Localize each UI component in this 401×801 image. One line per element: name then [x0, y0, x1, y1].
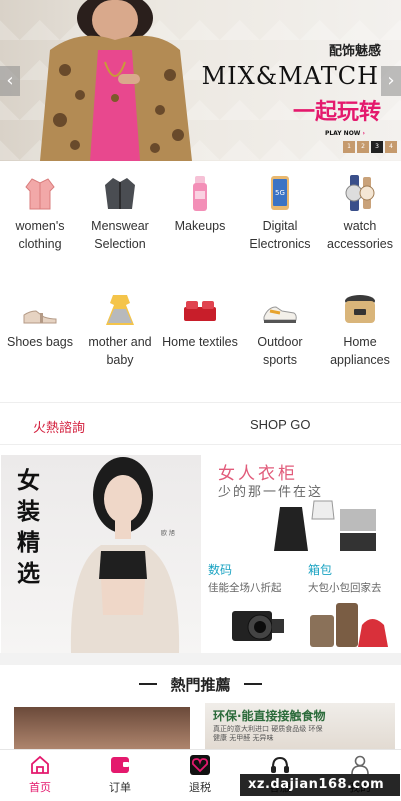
bottle-icon [193, 176, 207, 211]
category-watch[interactable]: watch accessories [320, 173, 400, 253]
category-home-textiles[interactable]: Home textiles [160, 289, 240, 351]
svg-text:欧 旭: 欧 旭 [161, 529, 175, 537]
sneaker-icon [263, 306, 297, 323]
banner-pagination: 1 2 3 4 [343, 141, 397, 153]
banner-model-image [40, 0, 192, 161]
category-outdoor-sports[interactable]: Outdoor sports [240, 289, 320, 369]
rice-cooker-icon [345, 295, 375, 323]
hot-recommend-header: 熱門推薦 [0, 665, 401, 703]
phone-icon: 5G [271, 176, 289, 210]
section-separator [0, 653, 401, 665]
svg-text:5G: 5G [275, 189, 285, 197]
bags-title[interactable]: 箱包 [308, 561, 332, 578]
hot-item-eco-card[interactable]: 环保·能直接接触食物 真正的意大利进口 硬质食品级 环保健康 无甲醛 无异味 [205, 703, 395, 753]
bags-subtitle: 大包小包回家去 [308, 582, 382, 594]
hot-recommend-title: 熱門推薦 [170, 676, 231, 694]
category-label: Outdoor sports [257, 335, 303, 367]
category-label: Makeups [174, 219, 226, 233]
slide-dot-3[interactable]: 3 [371, 141, 383, 153]
news-tab-bar: 火熱諮詢 SHOP GO [0, 405, 401, 445]
nav-tax-refund-label: 退税 [189, 781, 211, 794]
play-now-arrow: › [362, 130, 365, 137]
play-now-label: PLAY NOW [324, 130, 361, 137]
hot-item-interior-image[interactable] [14, 707, 190, 753]
wardrobe-clothes-image [274, 500, 376, 551]
tab-hot-consult[interactable]: 火熱諮詢 [33, 417, 85, 436]
prev-slide-icon[interactable]: ‹ [0, 66, 20, 96]
jacket-icon [105, 178, 135, 209]
nav-home-label: 首页 [29, 781, 51, 794]
nav-tax-refund[interactable]: 退税 [170, 754, 230, 795]
banner-subhead: 一起玩转 [292, 100, 381, 125]
category-shoes-bags[interactable]: Shoes bags [0, 289, 80, 351]
category-makeups[interactable]: Makeups [160, 173, 240, 235]
eco-title: 环保·能直接接触食物 [213, 709, 326, 723]
promo-digital-bags: 数码 佳能全场八折起 箱包 大包小包回家去 [204, 555, 401, 653]
play-now-link[interactable]: PLAY NOW › [325, 130, 365, 137]
category-digital[interactable]: 5G Digital Electronics [240, 173, 320, 253]
category-label: Digital Electronics [249, 219, 311, 251]
next-slide-icon[interactable]: › [381, 66, 401, 96]
promo-wardrobe-card[interactable]: 女人衣柜 少的那一件在这 [204, 455, 401, 555]
tab-shop-go[interactable]: SHOP GO [250, 417, 310, 432]
nav-home[interactable]: 首页 [10, 754, 70, 795]
luggage-icon [310, 603, 388, 647]
promo-section: 女装精选 欧 旭 女人衣柜 少的那一件在这 数码 佳能全场八折起 箱包 大包小包… [0, 455, 401, 653]
category-label: Home textiles [162, 335, 238, 349]
eco-subtitle: 真正的意大利进口 硬质食品级 环保健康 无甲醛 无异味 [213, 725, 323, 742]
category-mother-baby[interactable]: mother and baby [80, 289, 160, 369]
slide-dot-1[interactable]: 1 [343, 141, 355, 153]
heart-icon [190, 755, 210, 775]
digital-title[interactable]: 数码 [208, 561, 232, 578]
category-label: women's clothing [15, 219, 65, 251]
nav-orders[interactable]: 订单 [90, 754, 150, 795]
site-watermark: xz.dajian168.com [240, 774, 400, 796]
wardrobe-subtitle: 少的那一件在这 [218, 485, 324, 500]
promo-womens-title: 女装精选 [17, 467, 40, 587]
coat-icon [25, 178, 55, 210]
category-label: watch accessories [327, 219, 393, 251]
bed-icon [184, 301, 216, 321]
category-label: Home appliances [330, 335, 390, 367]
hot-recommend-list: 环保·能直接接触食物 真正的意大利进口 硬质食品级 环保健康 无甲醛 无异味 [0, 703, 401, 753]
watch-icon [345, 175, 375, 211]
digital-subtitle: 佳能全场八折起 [208, 582, 282, 594]
home-icon [31, 755, 49, 774]
slide-dot-2[interactable]: 2 [357, 141, 369, 153]
baby-dress-icon [106, 295, 134, 325]
header-dash-right [244, 683, 262, 685]
category-womens-clothing[interactable]: women's clothing [0, 173, 80, 253]
category-label: Shoes bags [6, 335, 74, 349]
category-home-appliances[interactable]: Home appliances [320, 289, 400, 369]
hero-banner[interactable]: 配饰魅感 MIX&MATCH 一起玩转 PLAY NOW › 1 2 3 4 ‹… [0, 0, 401, 161]
promo-model-image: 欧 旭 [70, 457, 180, 653]
order-icon [111, 757, 129, 773]
user-icon [351, 755, 369, 775]
category-label: Menswear Selection [91, 219, 149, 251]
banner-kicker: 配饰魅感 [328, 44, 381, 59]
camera-icon [232, 611, 284, 641]
headset-icon [271, 756, 289, 773]
category-grid: women's clothing Menswear Selection Make… [0, 161, 401, 403]
banner-headline: MIX&MATCH [201, 62, 379, 90]
category-label: mother and baby [88, 335, 152, 367]
nav-orders-label: 订单 [109, 781, 131, 794]
promo-womens-card[interactable]: 女装精选 欧 旭 [1, 455, 201, 653]
category-menswear[interactable]: Menswear Selection [80, 173, 160, 253]
shoe-icon [23, 310, 57, 324]
mobile-shop-home: 配饰魅感 MIX&MATCH 一起玩转 PLAY NOW › 1 2 3 4 ‹… [0, 0, 401, 801]
slide-dot-4[interactable]: 4 [385, 141, 397, 153]
